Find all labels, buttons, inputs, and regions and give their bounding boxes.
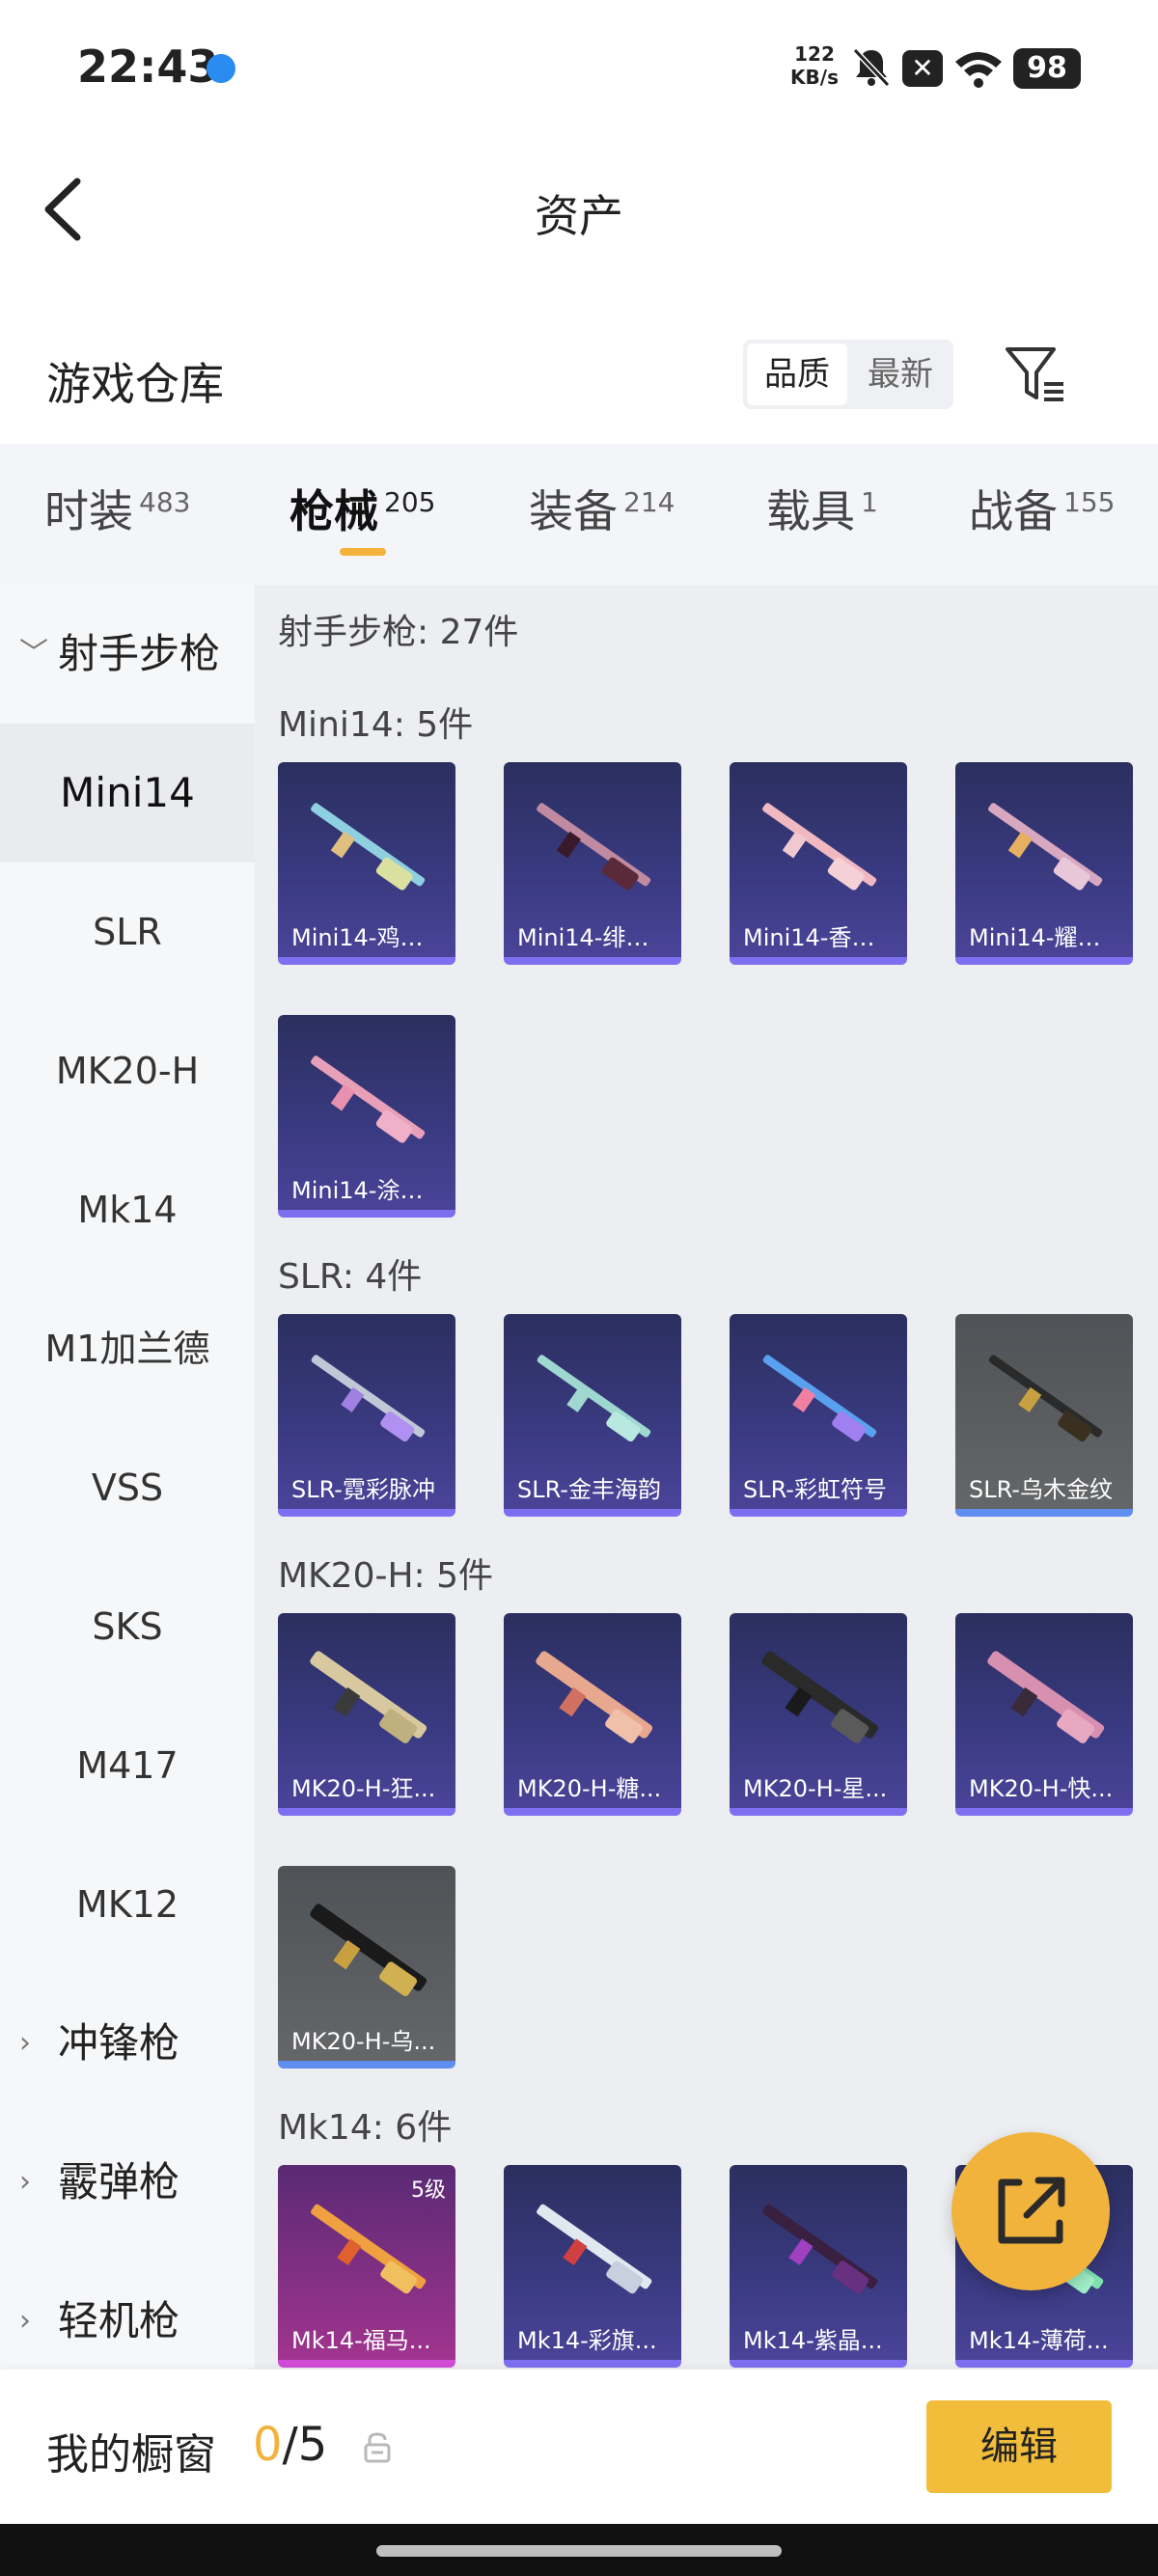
sidebar-group-shotgun[interactable]: › 霰弹枪: [0, 2113, 255, 2252]
weapon-card[interactable]: MK20-H-乌...: [278, 1866, 455, 2069]
status-bar: 22:43 122 KB/s ✕ 98: [0, 0, 1158, 135]
assets-page: 22:43 122 KB/s ✕ 98 资产 游戏仓库 品质 最新 时装 483…: [0, 0, 1158, 2576]
sidebar-group-smg[interactable]: › 冲锋枪: [0, 1974, 255, 2113]
tab-vehicles[interactable]: 载具 1: [766, 477, 878, 540]
edit-button[interactable]: 编辑: [926, 2400, 1112, 2493]
filter-icon[interactable]: [1002, 342, 1069, 409]
tab-combat-gear[interactable]: 战备 155: [969, 477, 1115, 540]
lock-icon: [364, 2432, 391, 2463]
rifle-icon: [310, 1904, 427, 1996]
sidebar-item-slr[interactable]: SLR: [0, 863, 255, 1001]
weapon-card[interactable]: Mini14-鸡智...: [278, 762, 455, 965]
chevron-down-icon: ﹀: [19, 637, 48, 671]
sidebar-item-mk20h[interactable]: MK20-H: [0, 1001, 255, 1140]
sort-toggle: 品质 最新: [743, 340, 953, 409]
page-title: 资产: [535, 190, 623, 242]
rifle-icon: [311, 803, 426, 891]
warehouse-title: 游戏仓库: [46, 358, 224, 410]
weapon-card[interactable]: MK20-H-糖...: [504, 1613, 681, 1816]
section-label-slr: SLR: 4件: [278, 1257, 423, 1297]
tab-equipment[interactable]: 装备 214: [529, 477, 675, 540]
rifle-icon: [988, 1355, 1103, 1442]
tab-weapons[interactable]: 枪械 205: [290, 477, 435, 540]
weapon-card[interactable]: Mk14-紫晶...: [730, 2165, 907, 2368]
rifle-icon: [536, 1651, 653, 1743]
showcase-count: 0/5: [253, 2418, 328, 2472]
sort-newest-button[interactable]: 最新: [851, 343, 950, 405]
weapon-card[interactable]: MK20-H-快...: [955, 1613, 1133, 1816]
weapon-card[interactable]: SLR-霓彩脉冲: [278, 1314, 455, 1517]
sidebar-item-vss[interactable]: VSS: [0, 1418, 255, 1557]
system-nav-bar: [0, 2524, 1158, 2576]
warehouse-header: 游戏仓库 品质 最新: [0, 328, 1158, 444]
app-status-icon: [207, 54, 235, 83]
rifle-icon: [311, 1355, 426, 1442]
weapon-card[interactable]: SLR-乌木金纹: [955, 1314, 1133, 1517]
status-time: 22:43: [77, 41, 219, 93]
sidebar-group-marksman[interactable]: ﹀ 射手步枪: [0, 585, 255, 724]
category-total: 射手步枪: 27件: [278, 613, 519, 652]
rifle-icon: [762, 1355, 877, 1442]
app-header: 资产: [0, 145, 1158, 270]
section-label-mk20h: MK20-H: 5件: [278, 1556, 494, 1596]
wifi-icon: [955, 52, 1002, 88]
tab-fashion[interactable]: 时装 483: [44, 477, 190, 540]
weapon-card[interactable]: Mini14-绯穹...: [504, 762, 681, 965]
rifle-icon: [537, 803, 651, 891]
rifle-icon: [988, 803, 1103, 891]
showcase-bar: 我的橱窗 0/5 编辑: [0, 2370, 1158, 2524]
weapon-card[interactable]: Mini14-涂山...: [278, 1015, 455, 1218]
sort-quality-button[interactable]: 品质: [747, 343, 847, 405]
chevron-right-icon: ›: [19, 2165, 31, 2199]
rifle-icon: [310, 1651, 427, 1743]
notification-x-icon: ✕: [902, 50, 943, 87]
weapon-grid: 射手步枪: 27件 Mini14: 5件 Mini14-鸡智... Mini14…: [255, 585, 1158, 2370]
rifle-icon: [537, 2204, 652, 2294]
sidebar-item-sks[interactable]: SKS: [0, 1557, 255, 1696]
mute-bell-icon: [852, 47, 891, 88]
home-indicator[interactable]: [376, 2545, 782, 2557]
sidebar-item-mini14[interactable]: Mini14: [0, 724, 255, 863]
rifle-icon: [762, 803, 877, 891]
weapon-card[interactable]: Mini14-耀粉...: [955, 762, 1133, 965]
active-tab-indicator: [340, 548, 386, 556]
rifle-icon: [311, 1055, 426, 1143]
section-label-mk14: Mk14: 6件: [278, 2108, 453, 2148]
sidebar-item-mk12[interactable]: MK12: [0, 1835, 255, 1974]
section-label-mini14: Mini14: 5件: [278, 705, 474, 745]
chevron-right-icon: ›: [19, 2026, 31, 2060]
weapon-card[interactable]: 5级 Mk14-福马...: [278, 2165, 455, 2368]
weapon-card[interactable]: SLR-金丰海韵: [504, 1314, 681, 1517]
sidebar-item-mk14[interactable]: Mk14: [0, 1140, 255, 1279]
sidebar-item-m417[interactable]: M417: [0, 1696, 255, 1835]
weapon-card[interactable]: MK20-H-狂...: [278, 1613, 455, 1816]
sidebar-item-m1-garand[interactable]: M1加兰德: [0, 1279, 255, 1418]
weapon-card[interactable]: Mini14-香桃...: [730, 762, 907, 965]
battery-level: 98: [1013, 48, 1081, 89]
share-button[interactable]: [951, 2132, 1110, 2290]
rifle-icon: [762, 2204, 878, 2294]
rifle-icon: [987, 1651, 1105, 1743]
weapon-card[interactable]: MK20-H-星...: [730, 1613, 907, 1816]
share-icon: [998, 2177, 1065, 2244]
rifle-icon: [537, 1355, 651, 1442]
weapon-sidebar: ﹀ 射手步枪 Mini14 SLR MK20-H Mk14 M1加兰德 VSS …: [0, 585, 255, 2370]
weapon-card[interactable]: Mk14-彩旗...: [504, 2165, 681, 2368]
showcase-label: 我的橱窗: [46, 2430, 216, 2480]
rifle-icon: [311, 2204, 427, 2294]
network-speed: 122 KB/s: [790, 42, 839, 89]
rifle-icon: [761, 1651, 879, 1743]
category-tabs: 时装 483 枪械 205 装备 214 载具 1 战备 155: [0, 444, 1158, 585]
weapon-card[interactable]: SLR-彩虹符号: [730, 1314, 907, 1517]
